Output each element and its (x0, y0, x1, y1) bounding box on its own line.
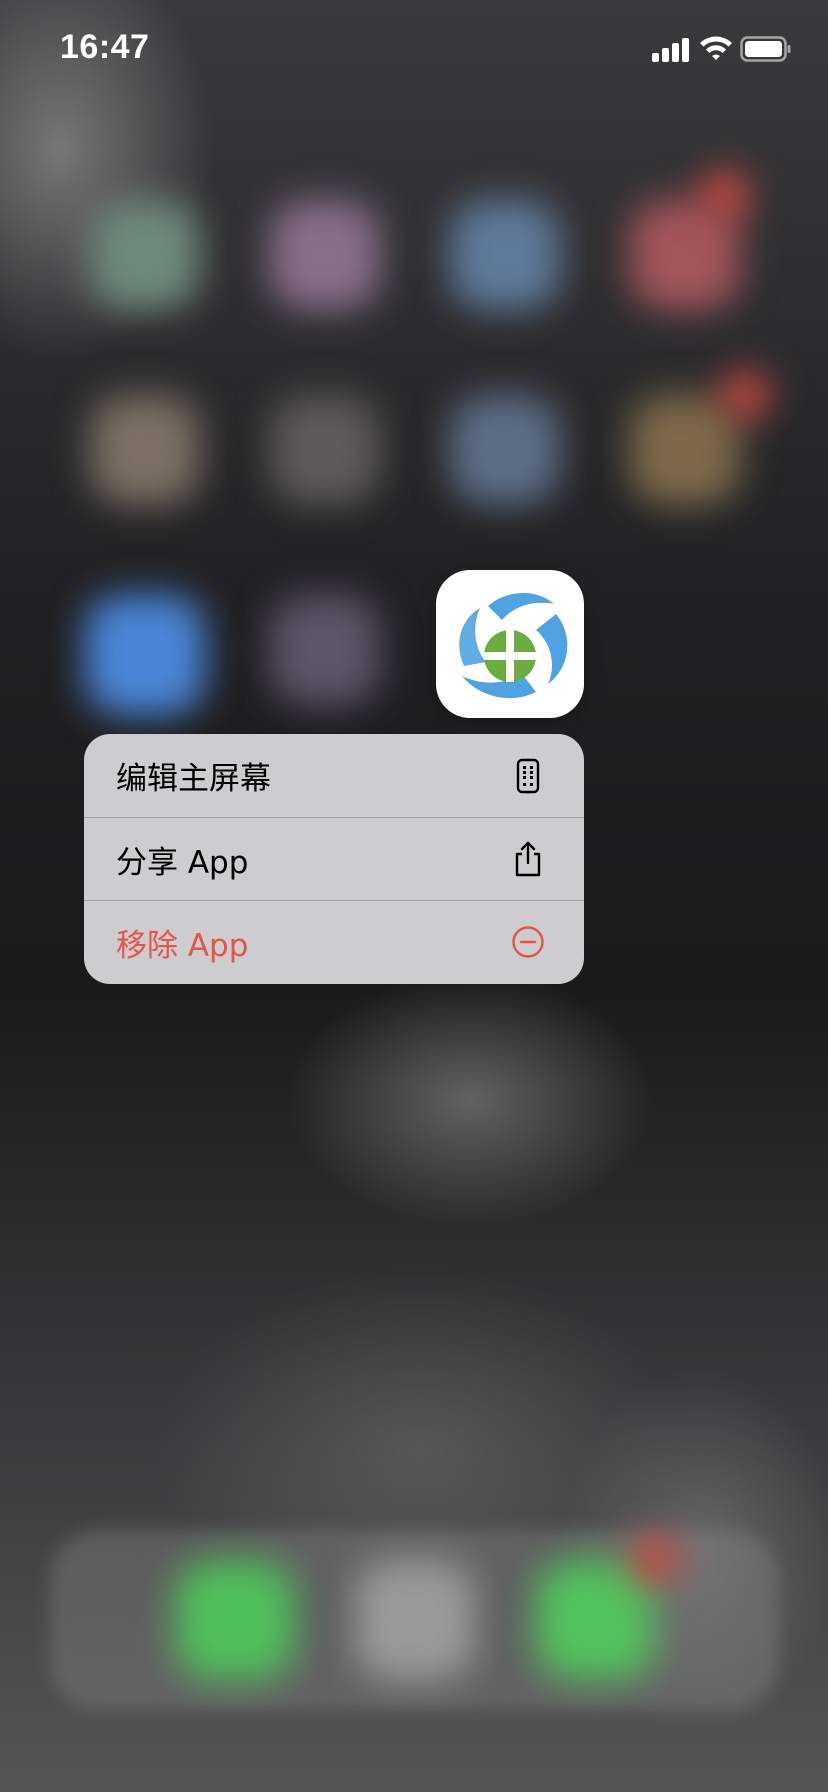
blurred-app-icon (270, 595, 380, 705)
menu-item-label: 编辑主屏幕 (116, 761, 271, 797)
minus-circle-icon (506, 920, 550, 964)
app-logo-icon (459, 592, 568, 699)
blurred-badge (630, 1535, 680, 1585)
menu-item-label: 移除 App (116, 927, 249, 964)
blurred-app-icon (450, 200, 560, 310)
menu-item-remove-app[interactable]: 移除 App (84, 900, 584, 983)
blurred-app-icon (85, 595, 205, 715)
share-icon (506, 837, 550, 881)
blurred-badge (720, 370, 770, 420)
battery-icon (740, 36, 792, 62)
blurred-app-icon (270, 200, 380, 310)
blurred-app-icon (630, 395, 740, 505)
menu-item-label: 分享 App (116, 844, 249, 881)
blurred-app-icon (450, 395, 560, 505)
blurred-dock-icon (355, 1560, 475, 1680)
menu-item-share-app[interactable]: 分享 App (84, 817, 584, 900)
wifi-icon (698, 32, 734, 62)
menu-item-edit-home-screen[interactable]: 编辑主屏幕 (84, 734, 584, 817)
phone-screen-icon (506, 754, 550, 798)
blurred-app-icon (270, 395, 380, 505)
app-icon[interactable] (436, 570, 584, 718)
status-bar: 16:47 (0, 0, 828, 100)
blurred-badge (700, 170, 750, 220)
blurred-app-icon (90, 200, 200, 310)
blurred-dock-icon (175, 1560, 295, 1680)
cellular-signal-icon (652, 36, 692, 62)
blurred-app-icon (90, 395, 200, 505)
app-context-menu: 编辑主屏幕 分享 App 移除 App (84, 734, 584, 984)
status-time: 16:47 (60, 28, 150, 66)
